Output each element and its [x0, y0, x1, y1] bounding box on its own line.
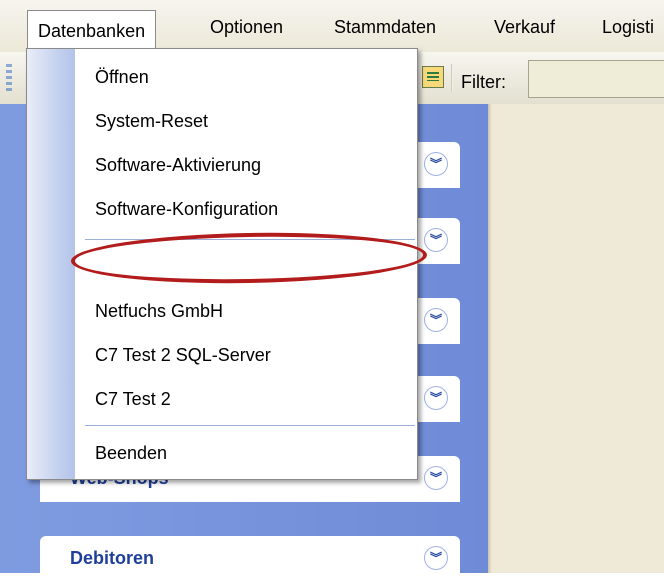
menu-bar: Datenbanken Optionen Stammdaten Verkauf … [0, 0, 664, 53]
menu-item-software-aktivierung[interactable]: Software-Aktivierung [95, 155, 261, 176]
menu-item-c7-test-2[interactable]: C7 Test 2 [95, 389, 171, 410]
nav-group-title: Debitoren [70, 548, 155, 568]
menu-datenbanken[interactable]: Datenbanken [27, 10, 157, 48]
menu-stammdaten[interactable]: Stammdaten [334, 14, 436, 40]
chevron-down-icon[interactable]: ︾ [424, 228, 448, 252]
menu-item-system-reset[interactable]: System-Reset [95, 111, 208, 132]
nav-group-debitoren[interactable]: Debitoren ︾ [40, 536, 460, 582]
toolbar-separator [451, 64, 453, 92]
chevron-down-icon[interactable]: ︾ [424, 466, 448, 490]
menu-item-beenden[interactable]: Beenden [95, 443, 167, 464]
menu-verkauf[interactable]: Verkauf [494, 14, 555, 40]
menu-gutter [27, 49, 75, 479]
datenbanken-dropdown-menu: Öffnen System-Reset Software-Aktivierung… [26, 48, 428, 480]
menu-logistik[interactable]: Logisti [602, 14, 654, 40]
content-area [488, 104, 664, 573]
menu-item-software-konfiguration[interactable]: Software-Konfiguration [95, 199, 278, 220]
menu-item-c7-test-2-sql-server[interactable]: C7 Test 2 SQL-Server [95, 345, 271, 366]
filter-label: Filter: [461, 72, 506, 92]
menu-item-oeffnen[interactable]: Öffnen [95, 67, 149, 88]
toolbar-grip[interactable] [6, 64, 12, 92]
chevron-down-icon[interactable]: ︾ [424, 308, 448, 332]
filter-input[interactable] [528, 60, 664, 98]
chevron-down-icon[interactable]: ︾ [424, 386, 448, 410]
menu-optionen[interactable]: Optionen [210, 14, 283, 40]
chevron-down-icon[interactable]: ︾ [424, 152, 448, 176]
menu-separator [85, 425, 415, 426]
chevron-down-icon[interactable]: ︾ [424, 546, 448, 570]
calendar-icon[interactable] [422, 66, 444, 88]
menu-item-netfuchs[interactable]: Netfuchs GmbH [95, 301, 223, 322]
